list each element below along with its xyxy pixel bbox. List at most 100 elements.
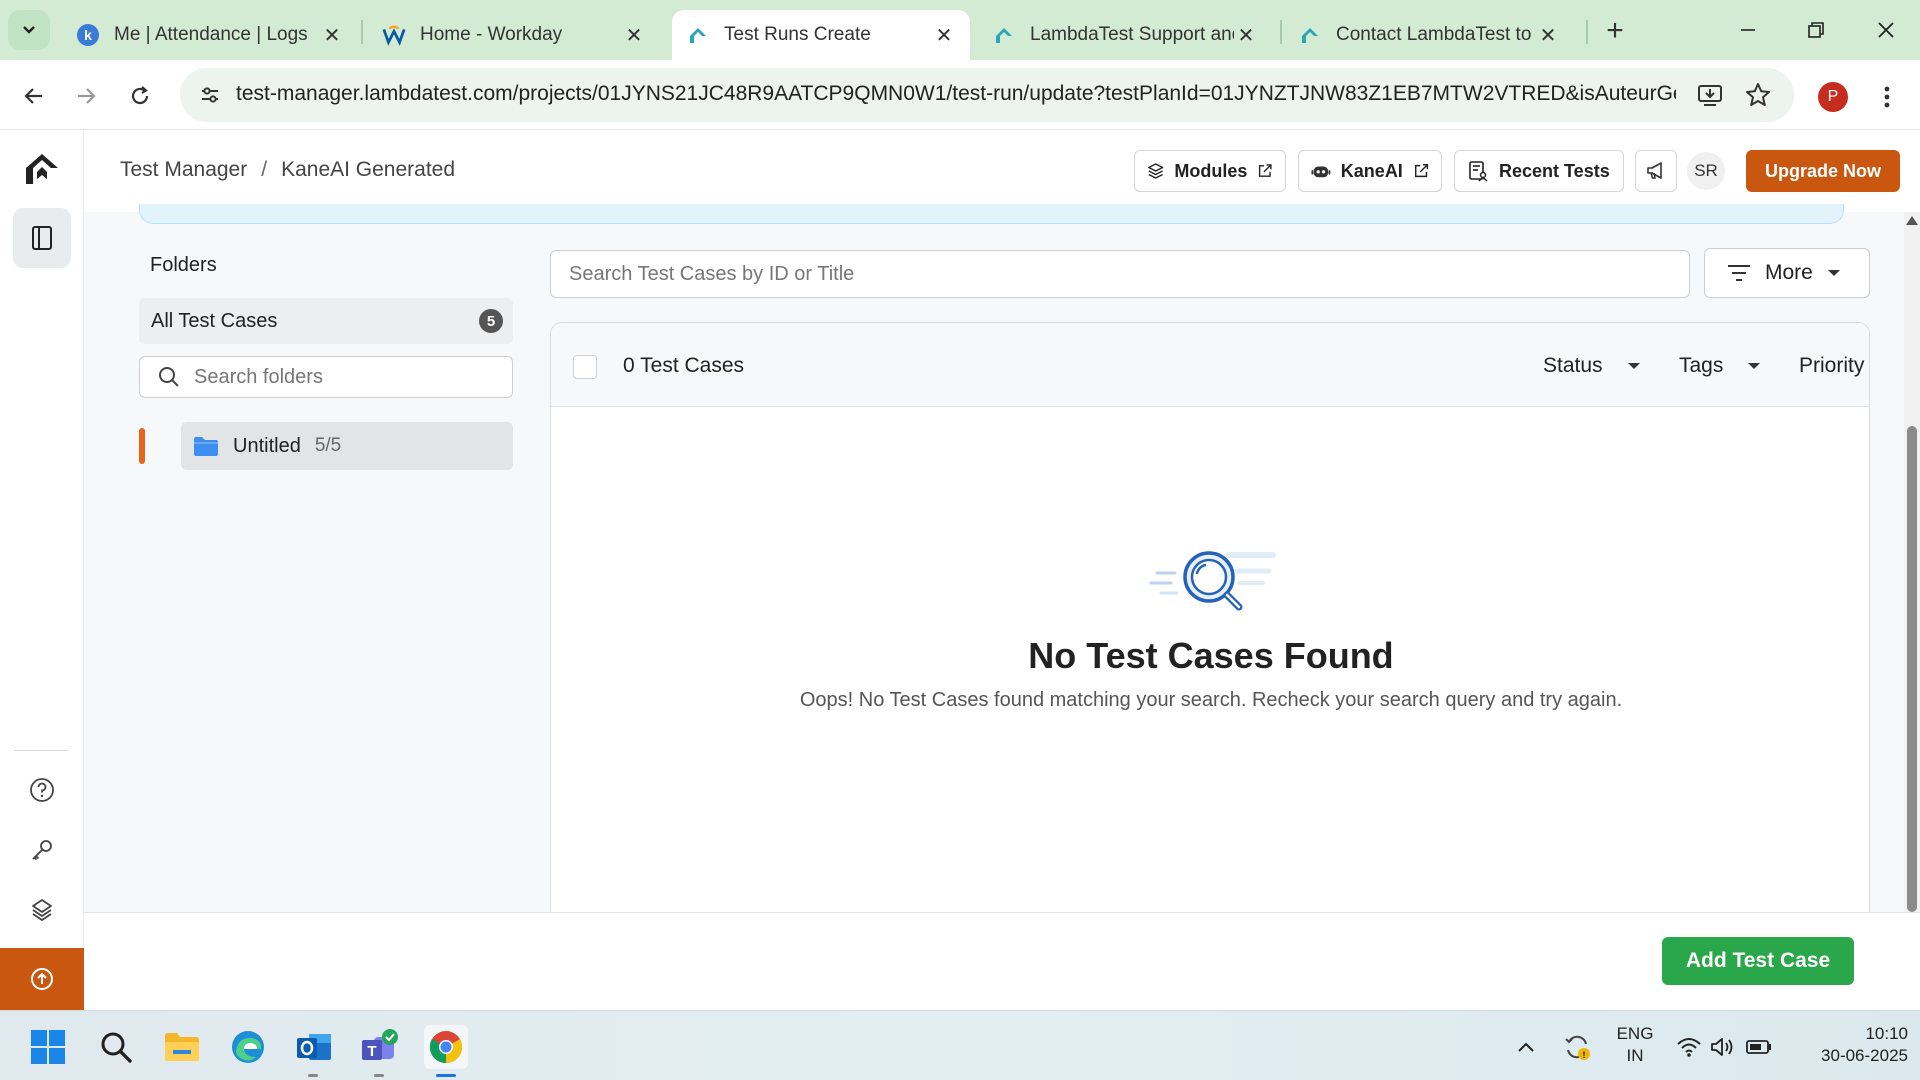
sync-icon[interactable]: ! xyxy=(1560,1027,1594,1067)
search-test-cases-input[interactable]: Search Test Cases by ID or Title xyxy=(550,250,1690,298)
battery-icon[interactable] xyxy=(1744,1027,1774,1067)
add-test-case-button[interactable]: Add Test Case xyxy=(1662,937,1854,985)
layers-icon[interactable] xyxy=(26,894,58,926)
lambdatest-logo-icon[interactable] xyxy=(20,146,64,190)
site-info-icon[interactable] xyxy=(194,79,226,111)
kaneai-label: KaneAI xyxy=(1340,160,1403,181)
upgrade-now-button[interactable]: Upgrade Now xyxy=(1746,150,1900,192)
input-language-indicator[interactable]: ENG IN xyxy=(1610,1023,1660,1067)
restore-button[interactable] xyxy=(1788,8,1844,52)
tab-workday[interactable]: Home - Workday ✕ xyxy=(368,10,660,60)
close-window-button[interactable] xyxy=(1858,8,1914,52)
tags-filter-label: Tags xyxy=(1679,354,1724,377)
layers-icon xyxy=(1148,163,1164,179)
announcements-button[interactable] xyxy=(1635,150,1677,192)
new-tab-button[interactable]: + xyxy=(1598,14,1632,48)
arrow-right-icon xyxy=(78,88,96,104)
priority-filter[interactable]: Priority xyxy=(1799,354,1869,378)
folder-count: 5/5 xyxy=(314,435,342,456)
install-app-icon[interactable] xyxy=(1696,81,1724,109)
page-footer: Add Test Case xyxy=(84,912,1920,1010)
teams-icon[interactable]: T xyxy=(358,1025,402,1077)
app-left-rail xyxy=(0,130,84,1010)
caret-down-icon xyxy=(1627,363,1640,369)
close-icon[interactable]: ✕ xyxy=(320,23,344,47)
external-link-icon xyxy=(1259,164,1272,177)
folder-selected-marker xyxy=(139,428,145,464)
running-indicator xyxy=(308,1074,318,1077)
user-avatar[interactable]: SR xyxy=(1687,152,1725,190)
app-header: Test Manager / KaneAI Generated Modules … xyxy=(84,130,1920,212)
scrollbar-thumb[interactable] xyxy=(1907,426,1917,912)
kaneai-button[interactable]: KaneAI xyxy=(1298,150,1442,192)
language-code: ENG xyxy=(1616,1024,1654,1043)
chrome-browser-icon[interactable] xyxy=(424,1025,468,1077)
document-user-icon xyxy=(1469,161,1488,182)
running-indicator xyxy=(374,1074,384,1077)
svg-text:k: k xyxy=(84,27,92,43)
magnifier-search-illustration xyxy=(1149,551,1276,611)
robot-icon xyxy=(1311,166,1331,178)
tab-title: Test Runs Create xyxy=(724,24,871,45)
tab-separator xyxy=(1586,20,1588,44)
search-icon[interactable] xyxy=(94,1025,138,1069)
tab-lambdatest-support[interactable]: LambdaTest Support and ✕ xyxy=(978,10,1272,60)
show-hidden-icons-button[interactable] xyxy=(1514,1027,1538,1067)
minimize-icon xyxy=(1741,29,1755,31)
tab-search-button[interactable] xyxy=(8,10,50,50)
rail-item-test-manager[interactable] xyxy=(13,208,71,268)
all-test-cases-item[interactable]: All Test Cases 5 xyxy=(139,298,513,344)
tab-test-runs-create[interactable]: Test Runs Create ✕ xyxy=(672,10,970,60)
bookmark-star-icon[interactable] xyxy=(1744,81,1772,109)
modules-button[interactable]: Modules xyxy=(1134,150,1286,192)
book-icon xyxy=(32,226,52,250)
system-clock[interactable]: 10:10 30-06-2025 xyxy=(1784,1023,1908,1067)
select-all-checkbox[interactable] xyxy=(573,355,597,379)
file-explorer-icon[interactable] xyxy=(160,1025,204,1069)
test-cases-count: 0 Test Cases xyxy=(623,354,745,377)
status-filter[interactable]: Status xyxy=(1543,354,1641,378)
search-icon xyxy=(159,367,179,387)
filter-icon xyxy=(1728,265,1750,281)
breadcrumb-test-manager[interactable]: Test Manager xyxy=(120,158,247,182)
rail-upgrade-button[interactable] xyxy=(0,948,84,1010)
k-logo-icon: k xyxy=(76,23,100,47)
recent-tests-label: Recent Tests xyxy=(1499,160,1610,181)
tab-title: Home - Workday xyxy=(420,24,563,45)
address-bar[interactable]: test-manager.lambdatest.com/projects/01J… xyxy=(180,68,1794,122)
help-icon[interactable] xyxy=(26,774,58,806)
search-folders-input[interactable]: Search folders xyxy=(139,356,513,398)
edge-browser-icon[interactable] xyxy=(226,1025,270,1069)
profile-avatar[interactable]: P xyxy=(1818,82,1848,112)
more-filters-button[interactable]: More xyxy=(1704,248,1870,298)
recent-tests-button[interactable]: Recent Tests xyxy=(1454,150,1624,192)
empty-state-description: Oops! No Test Cases found matching your … xyxy=(799,689,1623,711)
tab-title: Me | Attendance | Logs xyxy=(114,24,308,45)
more-vertical-icon xyxy=(1884,86,1890,108)
tags-filter[interactable]: Tags xyxy=(1679,354,1761,378)
chevron-up-icon xyxy=(1518,1042,1534,1052)
back-button[interactable] xyxy=(12,74,56,118)
close-icon[interactable]: ✕ xyxy=(932,23,956,47)
volume-icon[interactable] xyxy=(1708,1027,1738,1067)
close-icon[interactable]: ✕ xyxy=(1536,23,1560,47)
key-icon[interactable] xyxy=(26,834,58,866)
outlook-icon[interactable] xyxy=(292,1025,336,1077)
close-icon[interactable]: ✕ xyxy=(622,23,646,47)
modules-label: Modules xyxy=(1174,160,1248,181)
windows-start-icon[interactable] xyxy=(26,1025,70,1069)
tab-contact-lambdatest[interactable]: Contact LambdaTest to F ✕ xyxy=(1284,10,1574,60)
folder-item-untitled[interactable]: Untitled 5/5 xyxy=(181,422,513,470)
scroll-up-arrow[interactable] xyxy=(1906,216,1918,225)
minimize-button[interactable] xyxy=(1720,8,1776,52)
browser-menu-button[interactable] xyxy=(1872,80,1902,114)
wifi-icon[interactable] xyxy=(1674,1027,1704,1067)
forward-button[interactable] xyxy=(64,74,108,118)
page-scrollbar[interactable] xyxy=(1904,212,1920,912)
status-filter-label: Status xyxy=(1543,354,1603,377)
breadcrumb-separator: / xyxy=(261,158,268,181)
tab-attendance[interactable]: k Me | Attendance | Logs ✕ xyxy=(62,10,358,60)
reload-button[interactable] xyxy=(118,74,162,118)
more-label: More xyxy=(1765,261,1813,284)
close-icon[interactable]: ✕ xyxy=(1234,23,1258,47)
